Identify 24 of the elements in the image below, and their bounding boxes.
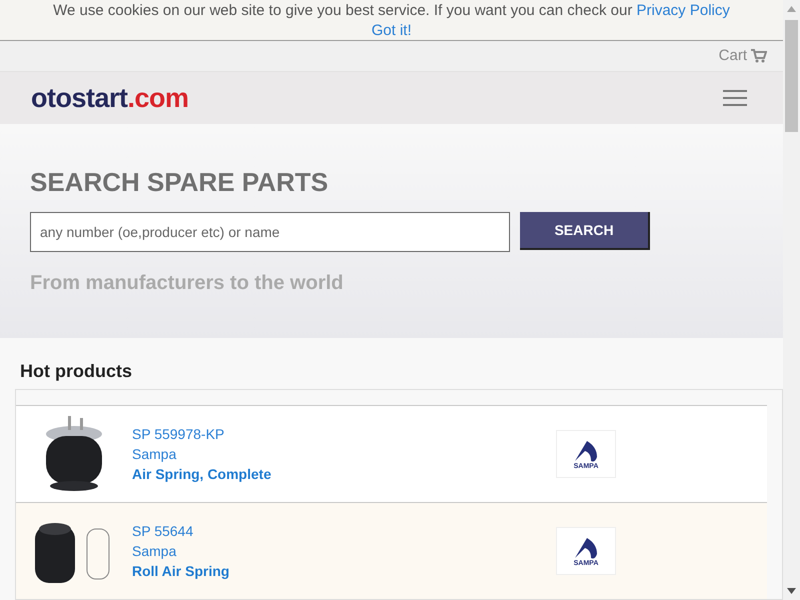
cookie-message: We use cookies on our web site to give you best service. If you want you can check our Privacy Policy [53,1,730,21]
brand-logo-icon [573,438,599,462]
part-number-link[interactable]: SP 55644 [132,521,556,541]
product-name-link[interactable]: Air Spring, Complete [132,464,556,484]
scrollbar-thumb[interactable] [785,20,798,132]
got-it-link[interactable]: Got it! [371,21,412,41]
part-number-link[interactable]: SP 559978-KP [132,424,556,444]
section-title: Hot products [19,360,133,383]
cart-icon [751,48,767,63]
cart-link[interactable]: Cart [718,44,767,68]
brand-link[interactable]: Sampa [132,444,556,464]
menu-icon[interactable] [723,90,747,106]
hero-title: SEARCH SPARE PARTS [30,167,330,198]
site-logo[interactable]: otostart.com [31,84,189,112]
brand-link[interactable]: Sampa [132,541,556,561]
scroll-up-icon[interactable] [787,6,796,12]
search-field[interactable]: any number (oe,producer etc) or name [30,212,510,252]
hero-tagline: From manufacturers to the world [30,271,344,296]
brand-logo-icon [573,536,599,560]
privacy-policy-link[interactable]: Privacy Policy [636,2,730,19]
search-button[interactable]: SEARCH [520,212,650,250]
scrollbar[interactable] [783,0,800,600]
scroll-down-icon[interactable] [787,588,796,594]
product-name-link[interactable]: Roll Air Spring [132,561,556,581]
